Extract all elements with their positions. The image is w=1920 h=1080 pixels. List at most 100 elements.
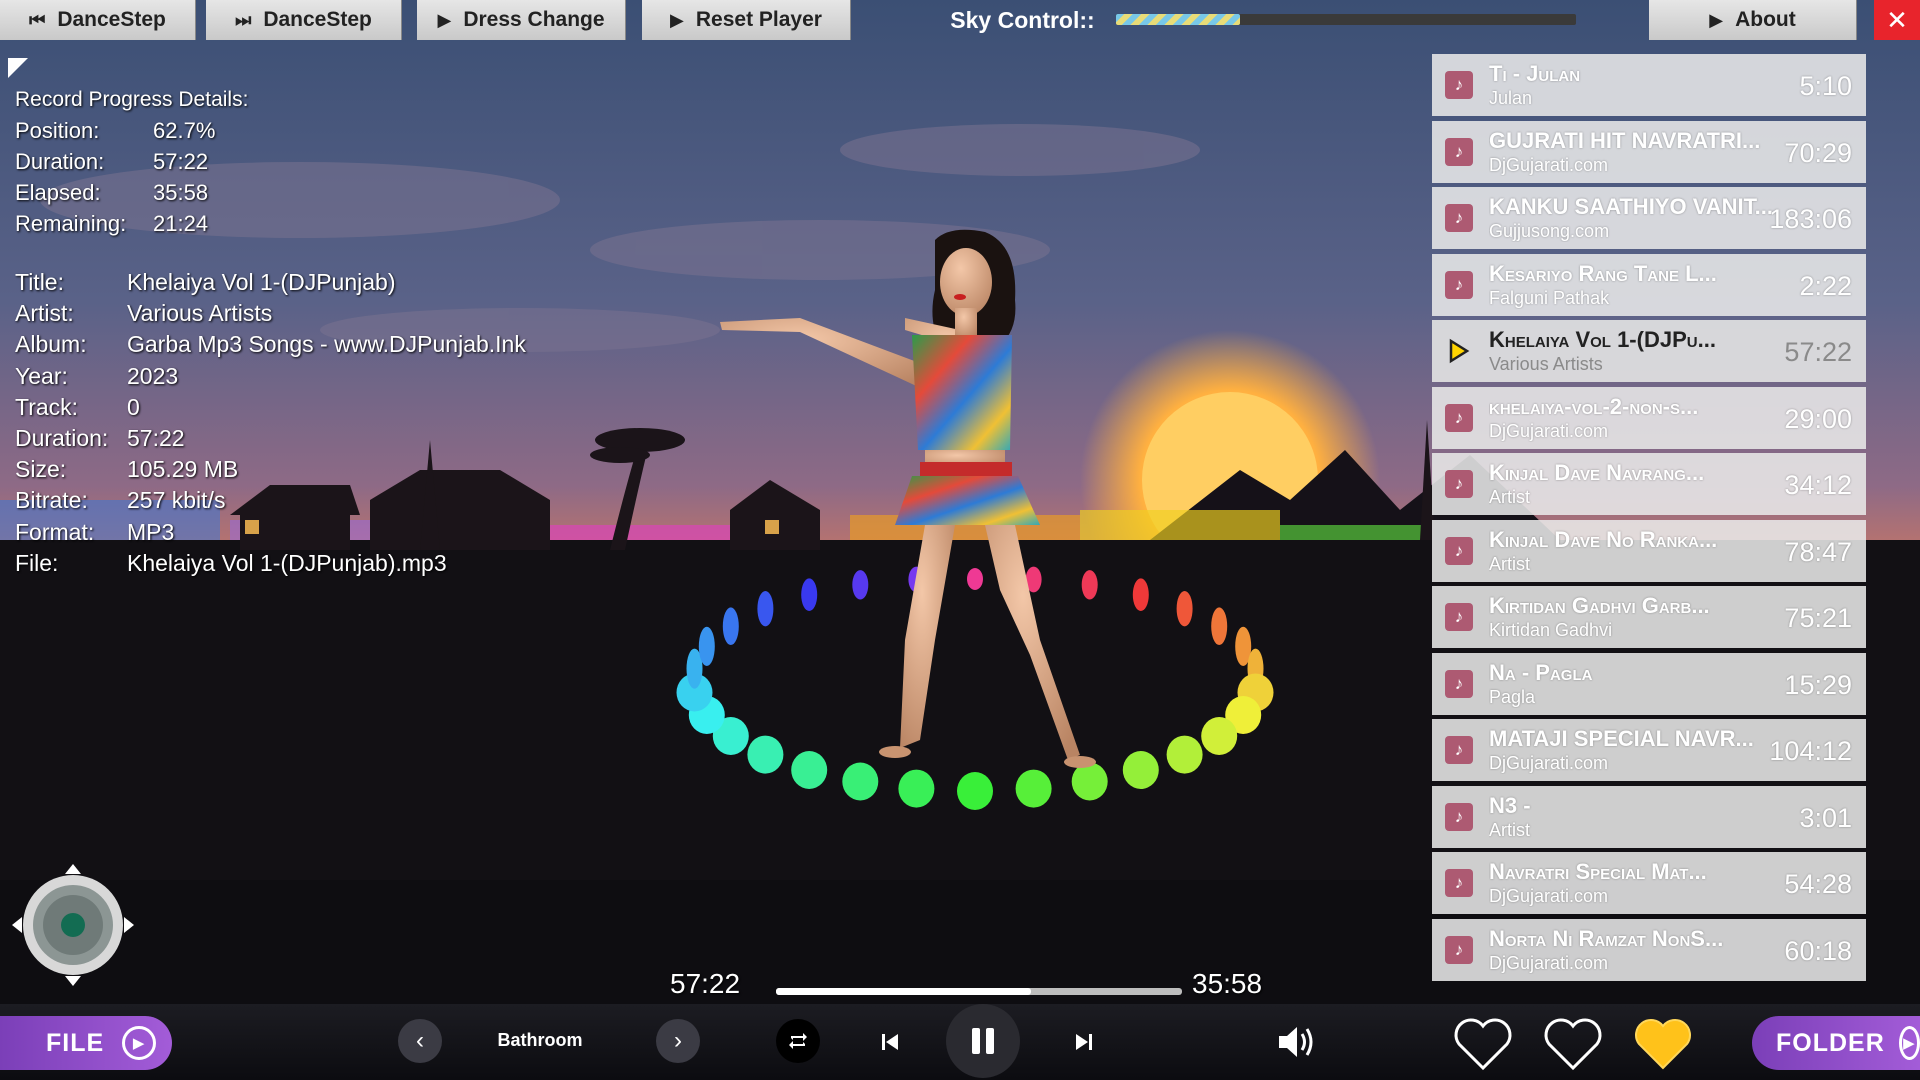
playlist-item[interactable]: ♪ KANKU SAATHIYO VANIT... Gujjusong.com 183… <box>1432 187 1866 249</box>
playlist-item-title: Ti - Julan <box>1489 61 1581 86</box>
favorite-1-button[interactable] <box>1452 1016 1514 1072</box>
track-metadata: Title: Khelaiya Vol 1-(DJPunjab) Artist: V… <box>15 267 526 579</box>
playlist-item-artist: Artist <box>1489 553 1531 574</box>
pause-button[interactable] <box>946 1004 1020 1078</box>
year-key: Year: <box>15 362 68 389</box>
playlist-item-artist: Pagla <box>1489 686 1536 707</box>
music-note-icon: ♪ <box>1445 71 1473 99</box>
skip-back-icon: ⏮ <box>29 9 46 30</box>
playlist-item-duration: 54:28 <box>1784 869 1852 899</box>
playlist-item[interactable]: ♪ Kesariyo Rang Tane L... Falguni Pathak 2:… <box>1432 253 1866 316</box>
folder-button[interactable]: FOLDER ▶ <box>1752 1016 1920 1070</box>
next-scene-button[interactable]: › <box>656 1019 700 1063</box>
playlist-item[interactable]: ♪ Na - Pagla Pagla 15:29 <box>1432 652 1866 715</box>
repeat-button[interactable] <box>776 1019 820 1063</box>
visualizer-peg <box>1132 578 1149 611</box>
playlist-item-title: MATAJI SPECIAL NAVR... <box>1489 726 1754 751</box>
play-circle-icon: ▶ <box>1898 1026 1920 1060</box>
seek-bar[interactable] <box>776 988 1182 995</box>
music-note-icon: ♪ <box>1445 736 1473 764</box>
joystick-down-arrow <box>65 976 81 986</box>
playlist-item-artist: Gujjusong.com <box>1489 221 1610 241</box>
playlist-item-duration: 15:29 <box>1784 669 1852 700</box>
playlist-item[interactable]: Khelaiya Vol 1-(DJPu... Various Artists 57… <box>1432 320 1866 382</box>
format-key: Format: <box>15 518 95 545</box>
collapse-details-toggle[interactable] <box>8 58 28 78</box>
music-note-icon: ♪ <box>1445 403 1473 432</box>
skip-forward-button[interactable] <box>1066 1024 1102 1060</box>
skip-forward-icon <box>1076 1034 1092 1050</box>
playlist-item[interactable]: ♪ Kirtidan Gadhvi Garb... Kirtidan Gadhvi 7… <box>1432 586 1866 648</box>
playlist-item-duration: 75:21 <box>1784 603 1852 633</box>
track-key: Track: <box>15 393 79 420</box>
playlist-item-duration: 5:10 <box>1799 71 1852 101</box>
playlist-item[interactable]: ♪ Navratri Special Mat... DjGujarati.com 54… <box>1432 852 1866 914</box>
seek-bar-fill <box>776 988 1031 995</box>
playlist-item-artist: DjGujarati.com <box>1489 420 1609 441</box>
volume-icon <box>1279 1027 1313 1057</box>
dress-change-button[interactable]: ▶ Dress Change <box>417 0 626 40</box>
visualizer-peg <box>1166 735 1203 774</box>
playlist-item-duration: 29:00 <box>1784 403 1852 434</box>
playlist-item[interactable]: ♪ MATAJI SPECIAL NAVR... DjGujarati.com 104… <box>1432 719 1866 781</box>
playlist-panel[interactable]: ♪ Ti - Julan Julan 5:10 ♪ GUJRATI HIT NAVRATR… <box>1432 54 1866 1000</box>
close-icon: ✕ <box>1886 4 1908 35</box>
close-button[interactable]: ✕ <box>1874 0 1920 40</box>
reset-player-button[interactable]: ▶ Reset Player <box>642 0 851 40</box>
camera-joystick[interactable] <box>10 862 136 988</box>
position-key: Position: <box>15 118 100 143</box>
playlist-item[interactable]: ♪ N3 - Artist 3:01 <box>1432 785 1866 848</box>
remaining-value: 21:24 <box>153 211 209 236</box>
play-circle-icon: ▶ <box>122 1026 157 1060</box>
joystick-up-arrow <box>65 864 81 874</box>
playlist-item[interactable]: ♪ Ti - Julan Julan 5:10 <box>1432 54 1866 116</box>
music-note-icon: ♪ <box>1445 204 1473 232</box>
file-button[interactable]: FILE ▶ <box>0 1016 172 1070</box>
playlist-item[interactable]: ♪ Kinjal Dave No Ranka... Artist 78:47 <box>1432 519 1866 582</box>
playlist-item-title: Navratri Special Mat... <box>1489 859 1707 884</box>
prev-scene-button[interactable]: ‹ <box>398 1019 442 1063</box>
skip-back-button[interactable] <box>872 1024 908 1060</box>
playlist-item-duration: 60:18 <box>1784 935 1852 966</box>
playlist-item[interactable]: ♪ khelaiya-vol-2-non-s... DjGujarati.com 29… <box>1432 386 1866 449</box>
playlist-item-title: Kinjal Dave Navrang... <box>1489 460 1705 485</box>
size-value: 105.29 MB <box>127 456 239 483</box>
dance-step-next-button[interactable]: ⏭ DanceStep <box>206 0 402 40</box>
about-button[interactable]: ▶ About <box>1649 0 1857 40</box>
playlist-item-duration: 34:12 <box>1784 470 1852 500</box>
record-progress-heading: Record Progress Details: <box>15 88 249 111</box>
dance-step-prev-button[interactable]: ⏮ DanceStep <box>0 0 196 40</box>
favorite-3-button[interactable] <box>1632 1016 1694 1072</box>
size-key: Size: <box>15 456 67 483</box>
top-toolbar: ⏮ DanceStep ⏭ DanceStep ▶ Dress Change ▶… <box>0 0 1920 40</box>
playlist-item-artist: Various Artists <box>1489 354 1603 374</box>
volume-button[interactable] <box>1274 1020 1320 1064</box>
playlist-item-duration: 2:22 <box>1799 270 1852 301</box>
chevron-right-icon: › <box>674 1027 682 1054</box>
play-icon: ▶ <box>1709 9 1724 30</box>
playlist-item-title: N3 - <box>1489 792 1531 818</box>
visualizer-peg <box>1081 570 1098 600</box>
reset-player-label: Reset Player <box>695 8 822 31</box>
sky-control-slider[interactable] <box>1116 14 1576 25</box>
playlist-item-title: Kirtidan Gadhvi Garb... <box>1489 593 1710 618</box>
playlist-item-artist: Kirtidan Gadhvi <box>1489 620 1613 640</box>
music-note-icon: ♪ <box>1445 603 1473 631</box>
playlist-item-artist: DjGujarati.com <box>1489 952 1609 973</box>
folder-label: FOLDER <box>1776 1028 1885 1057</box>
file-key: File: <box>15 549 59 576</box>
year-value: 2023 <box>127 362 179 389</box>
meta-duration-value: 57:22 <box>127 425 185 452</box>
now-playing-icon <box>1445 337 1473 365</box>
bitrate-value: 257 kbit/s <box>127 487 226 514</box>
visualizer-peg <box>722 607 739 645</box>
playlist-item-artist: Falguni Pathak <box>1489 287 1610 308</box>
playlist-item[interactable]: ♪ GUJRATI HIT NAVRATRI... DjGujarati.com 70… <box>1432 120 1866 183</box>
favorite-2-button[interactable] <box>1542 1016 1604 1072</box>
track-value: 0 <box>127 393 140 420</box>
playlist-item[interactable]: ♪ Norta Ni Ramzat NonS... DjGujarati.com 60… <box>1432 918 1866 981</box>
joystick-right-arrow <box>124 917 134 933</box>
playlist-item[interactable]: ♪ Kinjal Dave Navrang... Artist 34:12 <box>1432 453 1866 515</box>
joystick-left-arrow <box>12 917 22 933</box>
skip-forward-icon: ⏭ <box>235 9 252 30</box>
